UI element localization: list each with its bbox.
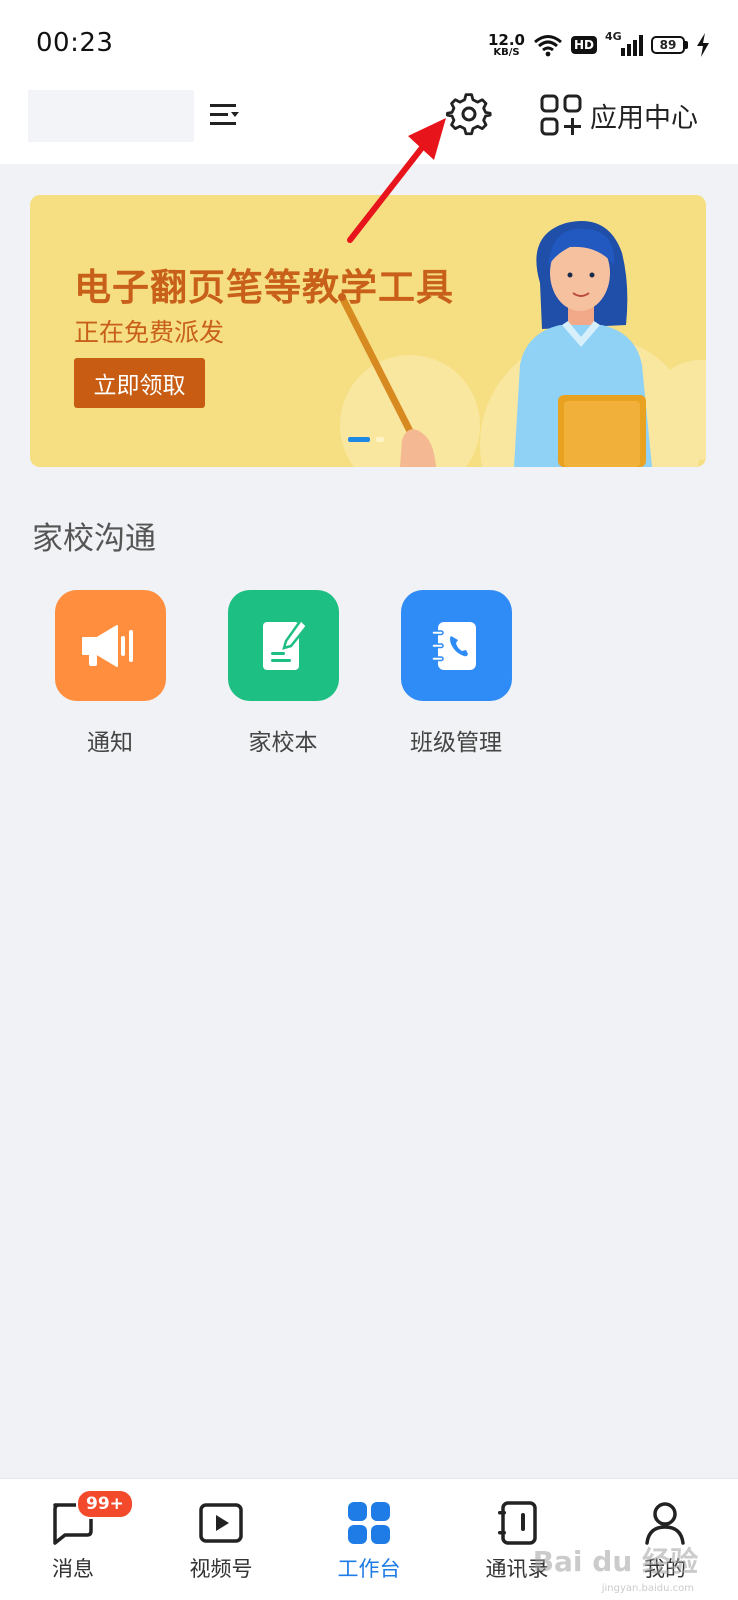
cellular-signal-icon: 4G bbox=[605, 30, 643, 56]
nav-item-workbench[interactable]: 工作台 bbox=[314, 1499, 424, 1583]
app-center-icon bbox=[540, 94, 582, 136]
network-speed-value: 12.0 bbox=[487, 30, 525, 49]
banner-title: 电子翻页笔等教学工具 bbox=[74, 266, 454, 309]
nav-item-video[interactable]: 视频号 bbox=[166, 1499, 276, 1583]
battery-icon: 89 bbox=[651, 36, 688, 54]
app-label: 通知 bbox=[87, 730, 133, 756]
status-time: 00:23 bbox=[36, 28, 114, 58]
app-notification[interactable]: 通知 bbox=[30, 590, 190, 757]
app-class-management[interactable]: 班级管理 bbox=[376, 590, 536, 757]
bottom-navigation: 99+ 消息 视频号 工作台 通讯录 我的 Bai du 经验 jingyan.… bbox=[0, 1478, 738, 1600]
app-center-label: 应用中心 bbox=[590, 102, 698, 134]
app-homework-book[interactable]: 家校本 bbox=[203, 590, 363, 757]
organization-name-box[interactable] bbox=[28, 90, 194, 142]
nav-label: 消息 bbox=[52, 1557, 94, 1581]
banner-claim-button[interactable]: 立即领取 bbox=[74, 358, 205, 408]
list-switch-icon bbox=[210, 104, 239, 125]
nav-label: 工作台 bbox=[337, 1557, 401, 1581]
charging-icon bbox=[697, 33, 709, 57]
unread-badge: 99+ bbox=[76, 1489, 134, 1519]
nav-item-messages[interactable]: 99+ 消息 bbox=[18, 1489, 134, 1583]
pagination-dot bbox=[376, 437, 384, 442]
banner-subtitle: 正在免费派发 bbox=[74, 318, 225, 347]
workbench-grid-icon bbox=[348, 1502, 390, 1544]
battery-level: 89 bbox=[659, 38, 677, 52]
app-label: 班级管理 bbox=[410, 730, 502, 756]
status-bar: 00:23 12.0 KB/S HD 4G 89 bbox=[0, 0, 738, 88]
annotation-arrow bbox=[347, 118, 446, 243]
app-center-button[interactable]: 应用中心 bbox=[540, 92, 698, 138]
pagination-dot-active bbox=[348, 437, 370, 442]
network-speed-unit: KB/S bbox=[493, 46, 520, 58]
contact-book-icon bbox=[400, 590, 512, 701]
nav-label: 视频号 bbox=[189, 1557, 253, 1581]
watermark-url: jingyan.baidu.com bbox=[601, 1583, 694, 1594]
wifi-icon bbox=[534, 35, 562, 57]
banner-pagination bbox=[348, 437, 384, 442]
hd-icon: HD bbox=[570, 36, 597, 54]
app-label: 家校本 bbox=[248, 730, 318, 756]
section-title: 家校沟通 bbox=[32, 521, 156, 557]
megaphone-icon bbox=[54, 590, 166, 701]
watermark: Bai du 经验 bbox=[532, 1545, 698, 1578]
network-type: 4G bbox=[605, 30, 622, 43]
notebook-pen-icon bbox=[227, 590, 339, 701]
organization-switch-button[interactable] bbox=[206, 98, 242, 132]
network-speed: 12.0 KB/S bbox=[487, 30, 525, 58]
status-icons: 12.0 KB/S HD 4G 89 bbox=[488, 28, 710, 62]
video-play-icon bbox=[199, 1503, 243, 1543]
